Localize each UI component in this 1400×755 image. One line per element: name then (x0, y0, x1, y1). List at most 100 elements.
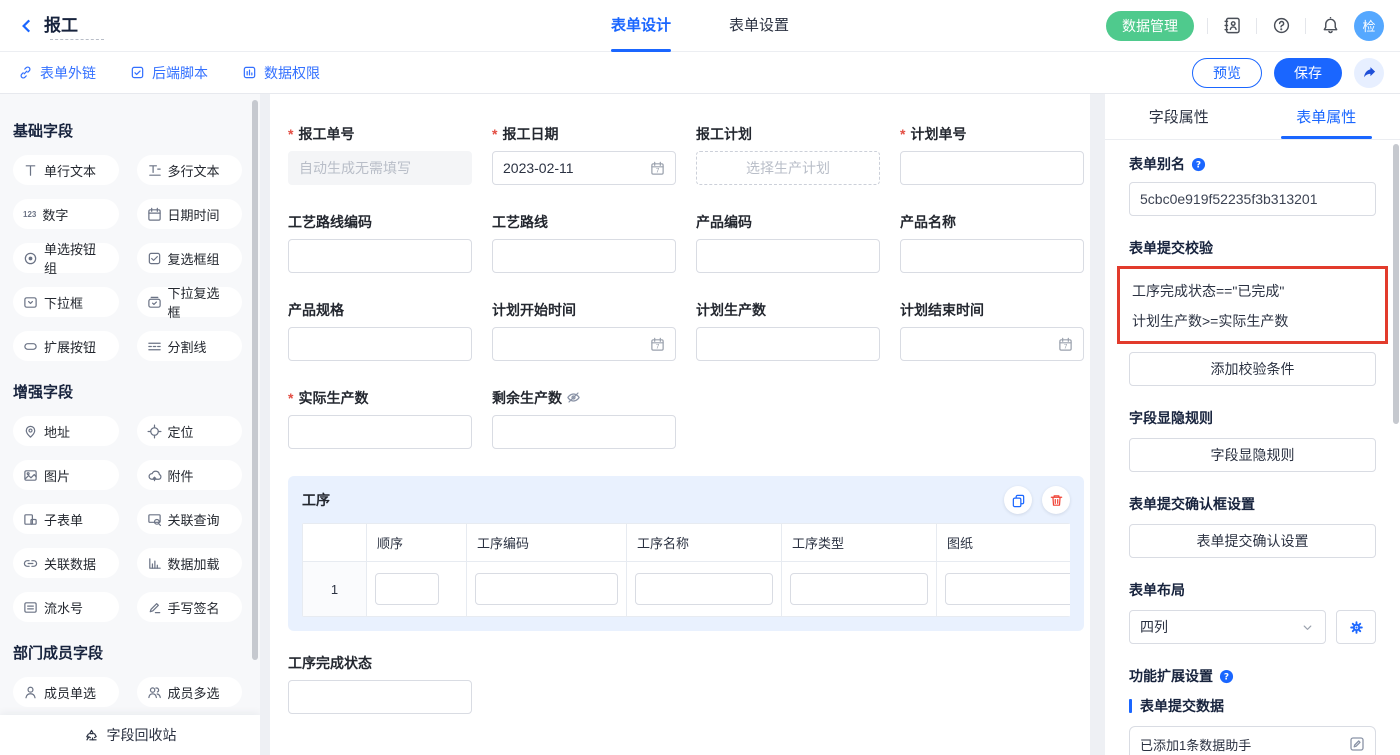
sidebar-item-multi-text[interactable]: 多行文本 (137, 155, 243, 185)
signature-icon (147, 600, 162, 615)
field-recycle-bin[interactable]: 字段回收站 (0, 715, 260, 755)
field-input[interactable] (696, 327, 880, 361)
sidebar-item-label: 附件 (168, 466, 194, 485)
field-input[interactable] (288, 239, 472, 273)
sidebar-item-rel-query[interactable]: 关联查询 (137, 504, 243, 534)
form-alias-heading: 表单别名 ? (1129, 154, 1376, 174)
sidebar-item-ext-button[interactable]: 扩展按钮 (13, 331, 119, 361)
sidebar-item-locate[interactable]: 定位 (137, 416, 243, 446)
sidebar-item-divider[interactable]: 分割线 (137, 331, 243, 361)
sidebar-item-image[interactable]: 图片 (13, 460, 119, 490)
field-input[interactable] (288, 327, 472, 361)
field-input[interactable]: 7 (492, 327, 676, 361)
subtable-cell-input[interactable] (945, 573, 1070, 605)
field-input[interactable]: 选择生产计划 (696, 151, 880, 185)
subtable-delete-button[interactable] (1042, 486, 1070, 514)
checkbox-group-icon (147, 251, 162, 266)
field-label: 工艺路线编码 (288, 212, 472, 231)
field-label: 工序完成状态 (288, 653, 472, 672)
sidebar-item-rel-data[interactable]: 关联数据 (13, 548, 119, 578)
sidebar-item-serial[interactable]: 流水号 (13, 592, 119, 622)
sidebar-item-number[interactable]: 123数字 (13, 199, 119, 229)
data-manage-button[interactable]: 数据管理 (1106, 11, 1194, 41)
bell-icon[interactable] (1319, 15, 1341, 37)
field-input[interactable] (288, 415, 472, 449)
field-input[interactable]: 7 (900, 327, 1084, 361)
sidebar-item-checkbox-group[interactable]: 复选框组 (137, 243, 243, 273)
sidebar-item-address[interactable]: 地址 (13, 416, 119, 446)
contact-book-icon[interactable] (1221, 15, 1243, 37)
trash-icon (1049, 493, 1064, 508)
share-button[interactable] (1354, 58, 1384, 88)
subtable-copy-button[interactable] (1004, 486, 1032, 514)
edit-pencil-icon[interactable] (1349, 736, 1365, 752)
sidebar-item-select[interactable]: 下拉框 (13, 287, 119, 317)
save-button[interactable]: 保存 (1274, 58, 1342, 88)
field-input[interactable] (900, 151, 1084, 185)
submit-confirm-button[interactable]: 表单提交确认设置 (1129, 524, 1376, 558)
tab-form-properties[interactable]: 表单属性 (1253, 94, 1400, 139)
sidebar-item-subform[interactable]: 子表单 (13, 504, 119, 534)
form-field[interactable]: 产品编码 (696, 212, 880, 273)
layout-settings-button[interactable] (1336, 610, 1376, 644)
radio-group-icon (23, 251, 38, 266)
help-icon[interactable] (1270, 15, 1292, 37)
field-input[interactable] (288, 680, 472, 714)
form-field[interactable]: 工艺路线编码 (288, 212, 472, 273)
form-field[interactable]: 工艺路线 (492, 212, 676, 273)
form-field[interactable]: 剩余生产数 (492, 388, 676, 449)
sidebar-item-member[interactable]: 成员单选 (13, 677, 119, 707)
data-permission-link[interactable]: 数据权限 (242, 63, 320, 83)
panel-scrollbar[interactable] (1393, 144, 1399, 424)
field-input[interactable]: 自动生成无需填写 (288, 151, 472, 185)
form-field[interactable]: 报工计划选择生产计划 (696, 124, 880, 185)
form-alias-input[interactable]: 5cbc0e919f52235f3b313201 (1129, 182, 1376, 216)
form-field[interactable]: *报工日期2023-02-117 (492, 124, 676, 185)
sidebar-item-single-text[interactable]: 单行文本 (13, 155, 119, 185)
help-icon[interactable]: ? (1219, 669, 1234, 684)
submit-data-assistant[interactable]: 已添加1条数据助手 (1129, 726, 1376, 755)
form-field[interactable]: *报工单号自动生成无需填写 (288, 124, 472, 185)
tab-field-properties[interactable]: 字段属性 (1105, 94, 1253, 139)
field-input[interactable] (696, 239, 880, 273)
subtable-cell-input[interactable] (375, 573, 439, 605)
svg-text:7: 7 (656, 343, 660, 350)
field-input[interactable] (492, 415, 676, 449)
layout-select[interactable]: 四列 (1129, 610, 1326, 644)
form-field[interactable]: 计划开始时间7 (492, 300, 676, 361)
field-visibility-button[interactable]: 字段显隐规则 (1129, 438, 1376, 472)
sidebar-item-data-load[interactable]: 数据加载 (137, 548, 243, 578)
sidebar-item-datetime[interactable]: 日期时间 (137, 199, 243, 229)
sidebar-item-members[interactable]: 成员多选 (137, 677, 243, 707)
preview-button[interactable]: 预览 (1192, 58, 1262, 88)
form-field[interactable]: 产品规格 (288, 300, 472, 361)
form-field[interactable]: 计划生产数 (696, 300, 880, 361)
subtable-cell-input[interactable] (790, 573, 928, 605)
help-icon[interactable]: ? (1191, 157, 1206, 172)
field-input[interactable] (900, 239, 1084, 273)
link-label: 数据权限 (264, 63, 320, 83)
form-field[interactable]: 工序完成状态 (288, 653, 472, 714)
tab-form-settings[interactable]: 表单设置 (729, 0, 789, 52)
user-avatar[interactable]: 检 (1354, 11, 1384, 41)
subtable-process[interactable]: 工序顺序工序编码工序名称工序类型图纸1 (288, 476, 1084, 631)
form-external-link[interactable]: 表单外链 (18, 63, 96, 83)
field-input[interactable]: 2023-02-117 (492, 151, 676, 185)
sidebar-item-multi-select[interactable]: 下拉复选框 (137, 287, 243, 317)
add-validation-button[interactable]: 添加校验条件 (1129, 352, 1376, 386)
form-field[interactable]: 产品名称 (900, 212, 1084, 273)
sidebar-item-attachment[interactable]: 附件 (137, 460, 243, 490)
form-field[interactable]: *实际生产数 (288, 388, 472, 449)
subtable-cell-input[interactable] (475, 573, 618, 605)
properties-panel: 字段属性 表单属性 表单别名 ? 5cbc0e919f52235f3b31320… (1105, 94, 1400, 755)
tab-form-design[interactable]: 表单设计 (611, 0, 671, 52)
sidebar-item-radio-group[interactable]: 单选按钮组 (13, 243, 119, 273)
backend-script-link[interactable]: 后端脚本 (130, 63, 208, 83)
field-input[interactable] (492, 239, 676, 273)
subtable-cell-input[interactable] (635, 573, 773, 605)
form-field[interactable]: *计划单号 (900, 124, 1084, 185)
sidebar-scrollbar[interactable] (252, 100, 258, 660)
back-button[interactable]: 报工 (18, 11, 104, 40)
sidebar-item-signature[interactable]: 手写签名 (137, 592, 243, 622)
form-field[interactable]: 计划结束时间7 (900, 300, 1084, 361)
